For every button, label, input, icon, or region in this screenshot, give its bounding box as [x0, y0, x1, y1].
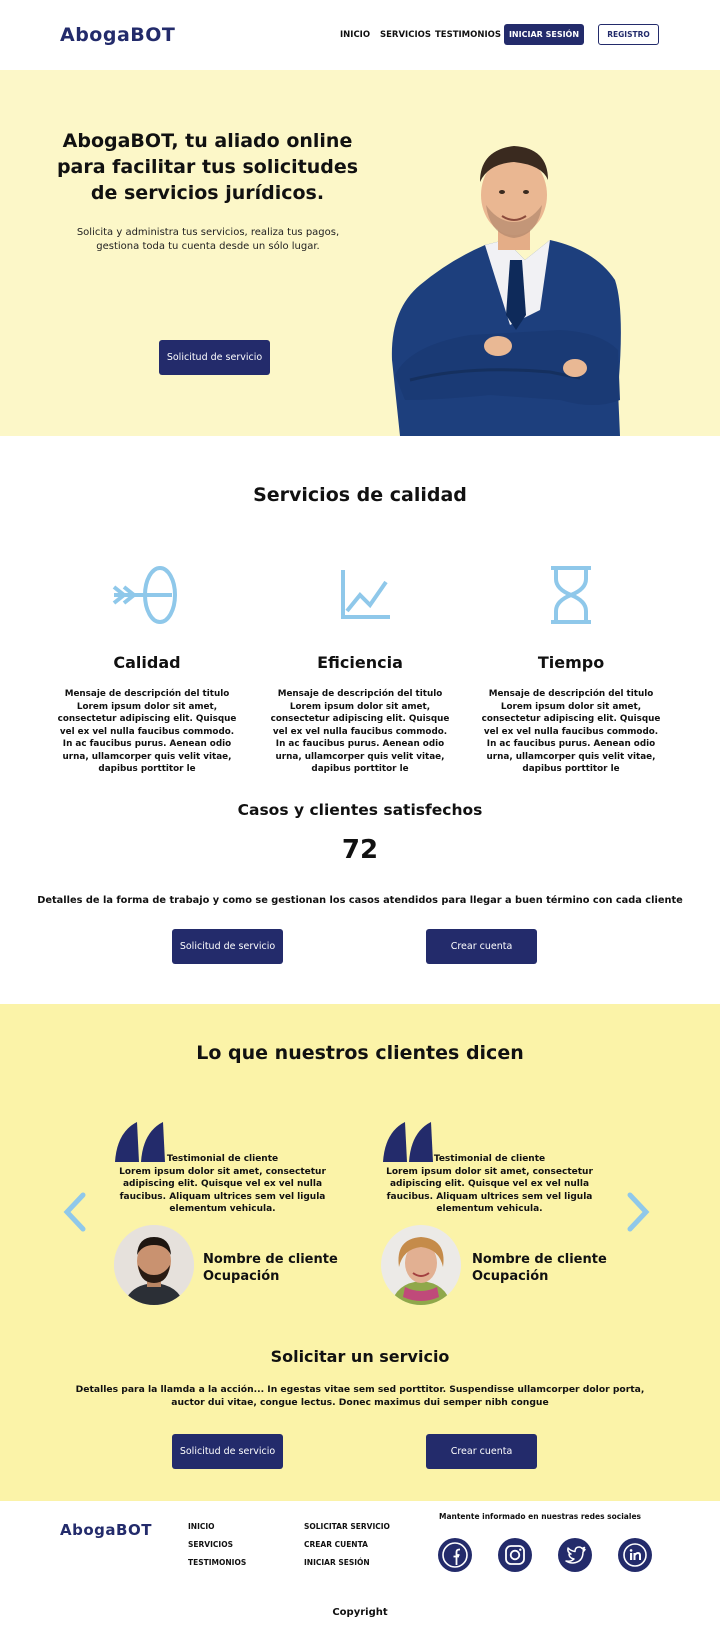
- footer-link-testimonios[interactable]: TESTIMONIOS: [188, 1558, 246, 1567]
- instagram-icon[interactable]: [498, 1538, 532, 1572]
- client-role: Ocupación: [203, 1269, 280, 1284]
- footer-link-inicio[interactable]: INICIO: [188, 1522, 215, 1531]
- twitter-icon[interactable]: [558, 1538, 592, 1572]
- copyright: Copyright: [332, 1607, 388, 1618]
- next-arrow-icon[interactable]: [626, 1192, 652, 1232]
- nav-servicios[interactable]: SERVICIOS: [380, 30, 431, 40]
- feature-title-tiempo: Tiempo: [537, 653, 605, 672]
- hero-title: AbogaBOT, tu aliado online para facilita…: [56, 130, 359, 204]
- feature-text-tiempo: Mensaje de descripción del titulo Lorem …: [481, 689, 661, 774]
- line-chart-icon: [341, 570, 390, 619]
- logo[interactable]: AbogaBOT: [60, 24, 175, 46]
- client-info-1: Nombre de cliente Ocupación: [203, 1251, 338, 1285]
- footer-logo[interactable]: AbogaBOT: [60, 1521, 152, 1539]
- testimonials-title: Lo que nuestros clientes dicen: [196, 1042, 524, 1064]
- footer-logo-bold: Aboga: [60, 1521, 117, 1539]
- site-header: AbogaBOT INICIO SERVICIOS TESTIMONIOS IN…: [0, 0, 720, 70]
- feature-title-calidad: Calidad: [113, 653, 181, 672]
- footer-logo-rest: BOT: [116, 1521, 152, 1539]
- facebook-icon[interactable]: [438, 1538, 472, 1572]
- request-title: Solicitar un servicio: [270, 1347, 450, 1366]
- footer-link-crear-cuenta[interactable]: CREAR CUENTA: [304, 1540, 368, 1549]
- hero-section: AbogaBOT, tu aliado online para facilita…: [0, 70, 720, 436]
- testimonial-text: Lorem ipsum dolor sit amet, consectetur …: [119, 1166, 326, 1215]
- services-title: Servicios de calidad: [253, 484, 467, 506]
- linkedin-icon[interactable]: [618, 1538, 652, 1572]
- client-info-2: Nombre de cliente Ocupación: [472, 1251, 607, 1285]
- target-arrow-icon: [112, 566, 177, 624]
- cases-details: Detalles de la forma de trabajo y como s…: [37, 895, 683, 906]
- hourglass-icon: [551, 566, 591, 624]
- logo-rest: BOT: [130, 24, 176, 46]
- testimonial-card-2: Testimonial de cliente Lorem ipsum dolor…: [377, 1153, 602, 1216]
- footer-link-solicitar[interactable]: SOLICITAR SERVICIO: [304, 1522, 390, 1531]
- avatar: [381, 1225, 461, 1305]
- social-label: Mantente informado en nuestras redes soc…: [438, 1512, 641, 1521]
- footer-link-iniciar-sesion[interactable]: INICIAR SESIÓN: [304, 1558, 370, 1567]
- nav-testimonios[interactable]: TESTIMONIOS: [435, 30, 501, 40]
- avatar: [114, 1225, 194, 1305]
- feature-text-calidad: Mensaje de descripción del titulo Lorem …: [57, 689, 237, 774]
- testimonials-section: Lo que nuestros clientes dicen Testimoni…: [0, 1004, 720, 1501]
- nav-inicio[interactable]: INICIO: [340, 30, 370, 40]
- testimonial-text: Lorem ipsum dolor sit amet, consectetur …: [386, 1166, 593, 1215]
- lawyer-photo: [391, 146, 621, 436]
- feature-text-eficiencia: Mensaje de descripción del titulo Lorem …: [270, 689, 450, 774]
- request-service-button[interactable]: Solicitud de servicio: [172, 1434, 283, 1469]
- testimonial-heading: Testimonial de cliente: [433, 1154, 546, 1164]
- logo-bold: Aboga: [60, 24, 131, 46]
- client-name: Nombre de cliente: [472, 1252, 607, 1267]
- testimonial-heading: Testimonial de cliente: [166, 1154, 279, 1164]
- cases-service-button[interactable]: Solicitud de servicio: [172, 929, 283, 964]
- cases-title: Casos y clientes satisfechos: [237, 801, 483, 819]
- feature-title-eficiencia: Eficiencia: [317, 653, 403, 672]
- prev-arrow-icon[interactable]: [61, 1192, 87, 1232]
- register-button[interactable]: REGISTRO: [598, 24, 659, 45]
- hero-subtitle: Solicita y administra tus servicios, rea…: [76, 227, 340, 252]
- footer-link-servicios[interactable]: SERVICIOS: [188, 1540, 233, 1549]
- client-name: Nombre de cliente: [203, 1252, 338, 1267]
- cases-account-button[interactable]: Crear cuenta: [426, 929, 537, 964]
- request-account-button[interactable]: Crear cuenta: [426, 1434, 537, 1469]
- hero-cta-button[interactable]: Solicitud de servicio: [159, 340, 270, 375]
- login-button[interactable]: INICIAR SESIÓN: [504, 24, 584, 45]
- cases-count: 72: [341, 835, 379, 865]
- testimonial-card-1: Testimonial de cliente Lorem ipsum dolor…: [110, 1153, 335, 1216]
- request-details: Detalles para la llamda a la acción... I…: [75, 1384, 645, 1408]
- client-role: Ocupación: [472, 1269, 549, 1284]
